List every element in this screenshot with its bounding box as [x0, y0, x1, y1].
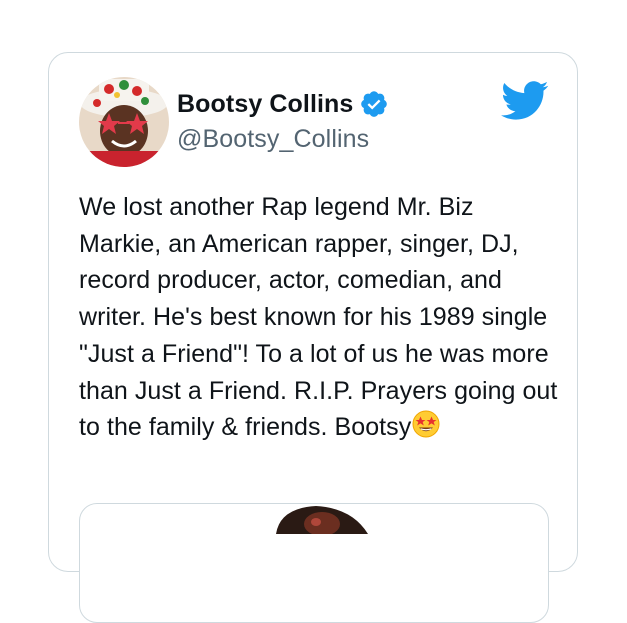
media-image [276, 506, 368, 534]
author-avatar[interactable] [79, 77, 169, 167]
star-struck-emoji-icon [411, 409, 441, 439]
tweet-body-text: We lost another Rap legend Mr. Biz Marki… [79, 193, 558, 442]
author-handle[interactable]: @Bootsy_Collins [177, 125, 369, 154]
author-display-name[interactable]: Bootsy Collins [177, 90, 353, 119]
tweet-media-card[interactable] [79, 503, 549, 623]
tweet-text: We lost another Rap legend Mr. Biz Marki… [79, 189, 559, 446]
twitter-bird-icon[interactable] [501, 81, 549, 121]
tweet-card[interactable]: Bootsy Collins @Bootsy_Collins We lost a… [48, 52, 578, 623]
verified-badge-icon [359, 89, 389, 119]
author-name-row[interactable]: Bootsy Collins [177, 87, 389, 121]
